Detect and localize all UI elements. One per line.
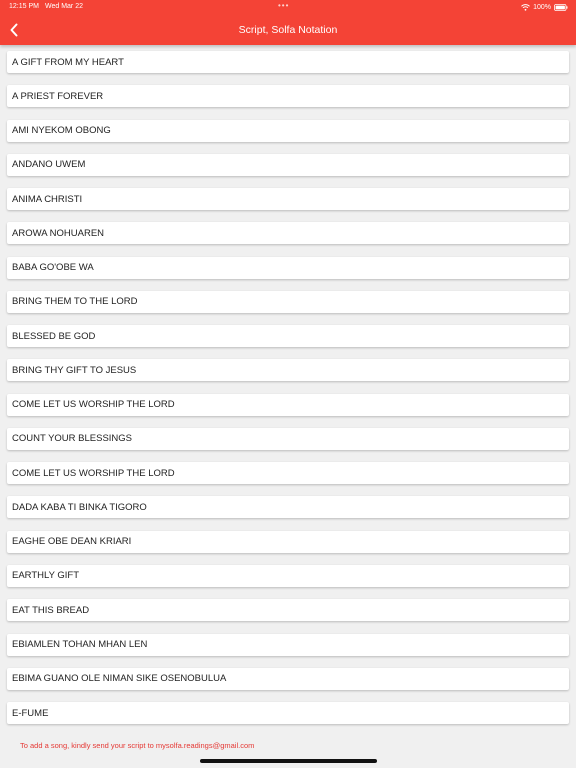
song-list-item[interactable]: COME LET US WORSHIP THE LORD	[7, 393, 569, 416]
song-list-item[interactable]: AMI NYEKOM OBONG	[7, 119, 569, 142]
song-title: BRING THEM TO THE LORD	[12, 296, 138, 308]
song-list-item[interactable]: A PRIEST FOREVER	[7, 85, 569, 108]
add-song-note: To add a song, kindly send your script t…	[20, 741, 255, 750]
song-list-item[interactable]: AROWA NOHUAREN	[7, 222, 569, 245]
song-title: EBIMA GUANO OLE NIMAN SIKE OSENOBULUA	[12, 673, 227, 685]
song-list-item[interactable]: EARTHLY GIFT	[7, 564, 569, 587]
song-title: EAT THIS BREAD	[12, 604, 90, 616]
song-title: EAGHE OBE DEAN KRIARI	[12, 536, 132, 548]
song-list-item[interactable]: ANDANO UWEM	[7, 153, 569, 176]
song-title: AMI NYEKOM OBONG	[12, 125, 111, 137]
song-list-item[interactable]: EBIMA GUANO OLE NIMAN SIKE OSENOBULUA	[7, 667, 569, 690]
song-list-item[interactable]: BRING THY GIFT TO JESUS	[7, 359, 569, 382]
song-list-item[interactable]: EBIAMLEN TOHAN MHAN LEN	[7, 633, 569, 656]
song-list-item[interactable]: EAT THIS BREAD	[7, 599, 569, 622]
song-title: DADA KABA TI BINKA TIGORO	[12, 501, 147, 513]
song-list-item[interactable]: E-FUME	[7, 702, 569, 725]
battery-percentage: 100%	[533, 3, 551, 11]
song-list-item[interactable]: ANIMA CHRISTI	[7, 188, 569, 211]
song-list-item[interactable]: COUNT YOUR BLESSINGS	[7, 427, 569, 450]
song-list: A GIFT FROM MY HEART A PRIEST FOREVER AMI …	[7, 51, 569, 736]
song-title: E-FUME	[12, 707, 49, 719]
song-title: COME LET US WORSHIP THE LORD	[12, 399, 175, 411]
song-list-item[interactable]: DADA KABA TI BINKA TIGORO	[7, 496, 569, 519]
song-list-item[interactable]: BRING THEM TO THE LORD	[7, 290, 569, 313]
song-title: BLESSED BE GOD	[12, 330, 96, 342]
song-title: A GIFT FROM MY HEART	[12, 56, 124, 68]
song-title: BABA GO'OBE WA	[12, 262, 94, 274]
song-list-item[interactable]: BABA GO'OBE WA	[7, 256, 569, 279]
song-list-item[interactable]: COME LET US WORSHIP THE LORD	[7, 462, 569, 485]
song-list-item[interactable]: A GIFT FROM MY HEART	[7, 51, 569, 73]
status-date: Wed Mar 22	[45, 3, 83, 10]
multitasking-dots-icon[interactable]: •••	[278, 2, 298, 10]
wifi-icon	[521, 3, 530, 11]
app-screen: 12:15 PM Wed Mar 22 ••• 100% Script, Sol…	[0, 0, 576, 768]
song-title: ANIMA CHRISTI	[12, 193, 83, 205]
song-title: EARTHLY GIFT	[12, 570, 80, 582]
song-title: BRING THY GIFT TO JESUS	[12, 364, 137, 376]
status-time: 12:15 PM	[9, 3, 39, 10]
song-list-item[interactable]: EAGHE OBE DEAN KRIARI	[7, 530, 569, 553]
song-list-item[interactable]: BLESSED BE GOD	[7, 325, 569, 348]
status-indicators: 100%	[521, 2, 568, 12]
home-indicator[interactable]	[200, 759, 377, 763]
song-title: COME LET US WORSHIP THE LORD	[12, 467, 175, 479]
song-title: A PRIEST FOREVER	[12, 90, 104, 102]
song-title: ANDANO UWEM	[12, 159, 86, 171]
song-title: EBIAMLEN TOHAN MHAN LEN	[12, 639, 148, 651]
top-app-bar: 12:15 PM Wed Mar 22 ••• 100% Script, Sol…	[0, 0, 576, 45]
battery-icon	[554, 3, 568, 11]
page-title: Script, Solfa Notation	[238, 24, 338, 36]
song-title: AROWA NOHUAREN	[12, 227, 105, 239]
song-title: COUNT YOUR BLESSINGS	[12, 433, 133, 445]
